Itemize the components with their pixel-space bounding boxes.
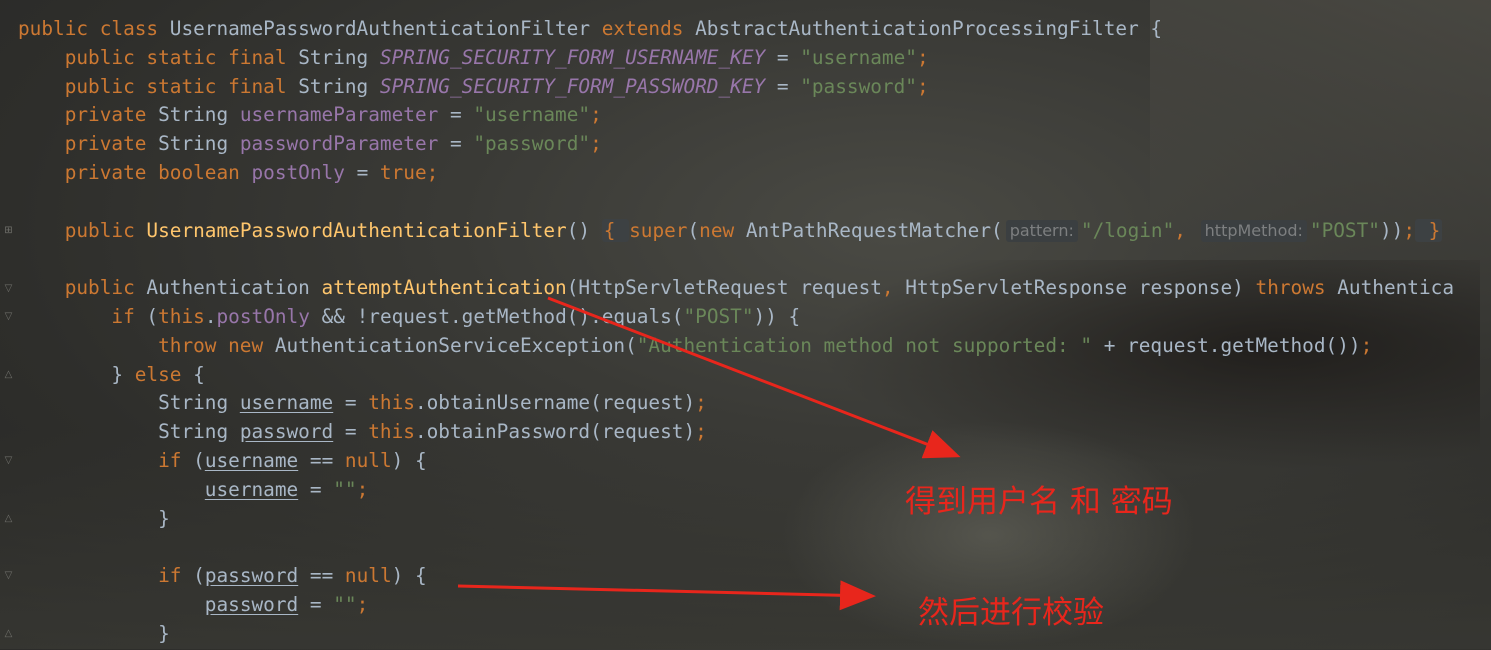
arrow-to-null-check	[457, 580, 876, 611]
annotation-arrows	[457, 296, 961, 611]
annotation-validate: 然后进行校验	[918, 595, 1104, 631]
arrow-to-attempt-authentication	[547, 296, 961, 459]
annotation-username-password: 得到用户名 和 密码	[905, 484, 1173, 520]
